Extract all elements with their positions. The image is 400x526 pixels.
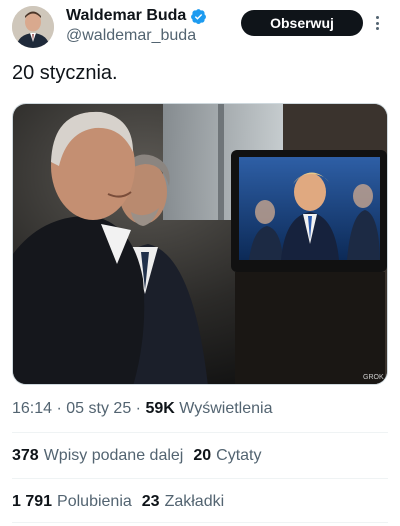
tweet-meta: 16:14 · 05 sty 25 · 59K Wyświetlenia — [12, 400, 272, 418]
tweet-date[interactable]: 05 sty 25 — [66, 400, 131, 417]
likes-stat[interactable]: 1 791 Polubienia — [12, 493, 132, 511]
more-dot — [375, 21, 379, 25]
tweet-photo: GROK — [13, 104, 387, 384]
reposts-stat[interactable]: 378 Wpisy podane dalej — [12, 447, 183, 465]
views-label: Wyświetlenia — [179, 400, 273, 417]
image-watermark: GROK — [363, 374, 384, 381]
likes-count: 1 791 — [12, 493, 53, 510]
tweet-header: Waldemar Buda @waldemar_buda Obserwuj — [0, 0, 400, 56]
bookmarks-stat[interactable]: 23 Zakładki — [142, 493, 224, 511]
more-options-icon[interactable] — [372, 12, 382, 34]
avatar-image — [12, 6, 54, 48]
bookmarks-label: Zakładki — [164, 493, 225, 510]
stats-row-reposts: 378 Wpisy podane dalej 20 Cytaty — [12, 447, 261, 465]
divider — [12, 478, 388, 479]
stats-row-likes: 1 791 Polubienia 23 Zakładki — [12, 493, 224, 511]
author-name[interactable]: Waldemar Buda — [66, 7, 186, 25]
quotes-stat[interactable]: 20 Cytaty — [193, 447, 261, 465]
avatar[interactable] — [12, 6, 54, 48]
verified-badge-icon — [191, 8, 207, 24]
quotes-count: 20 — [193, 447, 212, 464]
divider — [12, 522, 388, 523]
views-count: 59K — [145, 400, 175, 417]
divider — [12, 432, 388, 433]
meta-separator: · — [135, 400, 141, 417]
reposts-count: 378 — [12, 447, 39, 464]
quotes-label: Cytaty — [216, 447, 262, 464]
reposts-label: Wpisy podane dalej — [43, 447, 184, 464]
bookmarks-count: 23 — [141, 493, 160, 510]
more-dot — [375, 16, 379, 19]
tweet-time[interactable]: 16:14 — [12, 400, 52, 417]
author-handle[interactable]: @waldemar_buda — [66, 27, 196, 45]
tweet-image[interactable]: GROK — [12, 103, 388, 385]
author-name-row: Waldemar Buda — [66, 6, 207, 26]
tweet-text: 20 stycznia. — [12, 62, 118, 84]
likes-label: Polubienia — [57, 493, 132, 510]
more-dot — [375, 27, 379, 30]
meta-separator: · — [56, 400, 62, 417]
follow-button[interactable]: Obserwuj — [241, 10, 363, 36]
